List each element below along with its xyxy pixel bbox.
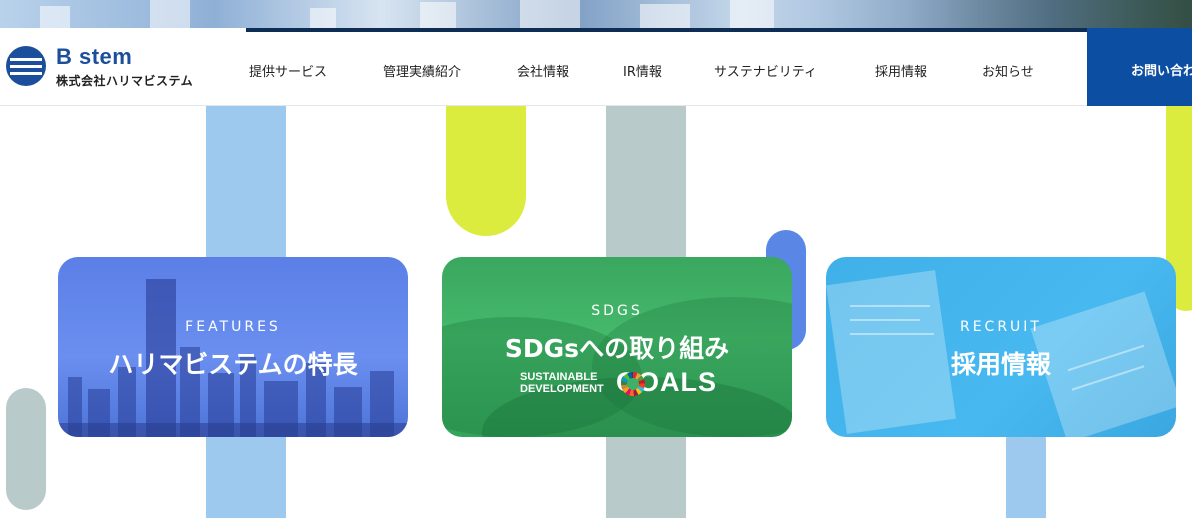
site-header: B stem 株式会社ハリマビステム 提供サービス 管理実績紹介 会社情報 IR…: [0, 28, 1192, 106]
features-card[interactable]: FEATURES ハリマビステムの特長: [58, 257, 408, 437]
nav-item-company[interactable]: 会社情報: [517, 61, 569, 80]
sdgs-wheel-icon: [621, 372, 645, 396]
recruit-card[interactable]: RECRUIT 採用情報: [826, 257, 1176, 437]
card-title: SDGsへの取り組み: [504, 334, 730, 363]
nav-item-ir[interactable]: IR情報: [623, 61, 662, 80]
sdgs-card[interactable]: SDGS SDGsへの取り組み SUSTAINABLE DEVELOPMENT …: [442, 257, 792, 437]
card-title: ハリマビステムの特長: [108, 350, 358, 379]
header-accent-line: [246, 28, 1192, 32]
nav-item-services[interactable]: 提供サービス: [249, 61, 327, 80]
card-label-en: FEATURES: [185, 319, 281, 335]
goals-logo-line2: DEVELOPMENT: [520, 383, 604, 395]
goals-logo-line1: SUSTAINABLE: [520, 371, 598, 383]
card-label-en: RECRUIT: [959, 319, 1042, 335]
contact-button[interactable]: お問い合わせ: [1087, 28, 1192, 106]
decor-pill: [6, 388, 46, 510]
logo-company-name: 株式会社ハリマビステム: [56, 74, 194, 88]
nav-item-news[interactable]: お知らせ: [982, 61, 1034, 80]
site-logo[interactable]: B stem 株式会社ハリマビステム: [6, 44, 206, 90]
card-label-en: SDGS: [591, 303, 643, 319]
nav-item-management-results[interactable]: 管理実績紹介: [383, 61, 461, 80]
logo-wordmark: B stem: [56, 44, 133, 69]
nav-item-recruit[interactable]: 採用情報: [875, 61, 927, 80]
logo-mark-icon: [6, 46, 46, 86]
nav-item-sustainability[interactable]: サステナビリティ: [714, 61, 817, 80]
header-photo-strip: [0, 0, 1192, 28]
card-title: 採用情報: [950, 350, 1051, 379]
decor-pill: [446, 96, 526, 236]
